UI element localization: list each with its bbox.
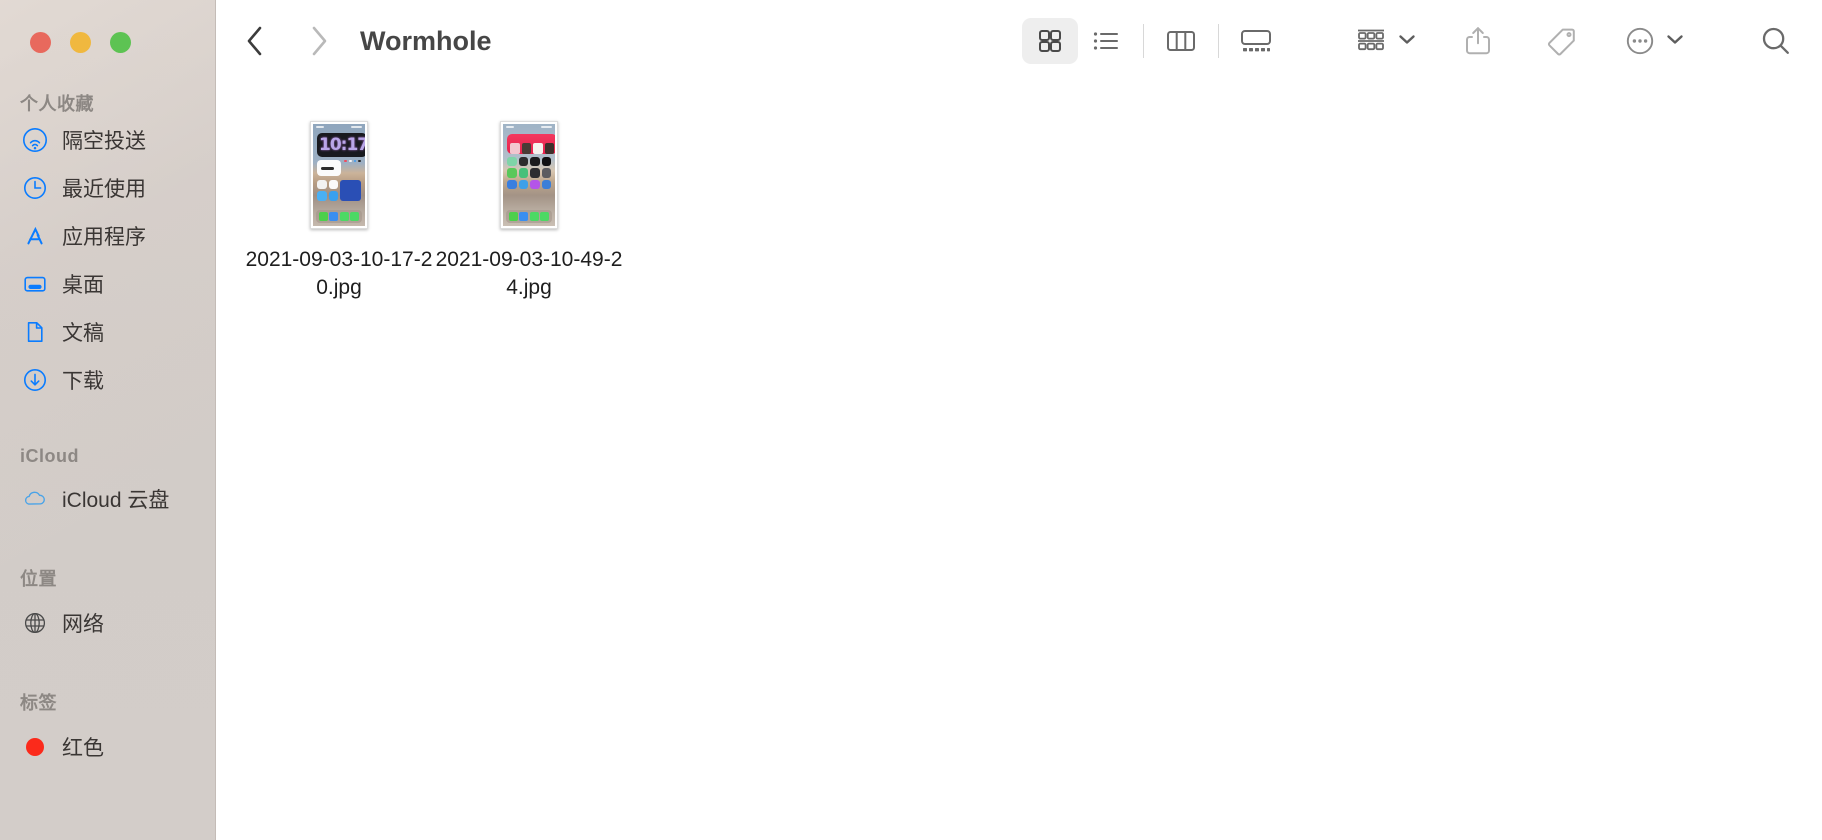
file-item[interactable]: 2021-09-03-10-49-24.jpg bbox=[434, 112, 624, 302]
sidebar-item-label: 桌面 bbox=[62, 274, 104, 297]
toolbar: Wormhole bbox=[216, 0, 1822, 82]
globe-icon bbox=[22, 610, 48, 636]
list-view-button[interactable] bbox=[1078, 18, 1134, 64]
tags-button[interactable] bbox=[1540, 18, 1584, 64]
sidebar-item-network[interactable]: 网络 bbox=[0, 599, 215, 647]
sidebar-item-airdrop[interactable]: 隔空投送 bbox=[0, 116, 215, 164]
photos-widget bbox=[507, 133, 555, 154]
minimize-button[interactable] bbox=[70, 32, 91, 53]
sidebar-item-downloads[interactable]: 下载 bbox=[0, 356, 215, 404]
search-button[interactable] bbox=[1754, 18, 1798, 64]
toolbar-divider-2 bbox=[1218, 24, 1219, 58]
clock-icon bbox=[22, 175, 48, 201]
close-button[interactable] bbox=[30, 32, 51, 53]
finder-window: 个人收藏 隔空投送 最近使用 应用程序 桌面 文稿 下载 iCloud iClo… bbox=[0, 0, 1822, 840]
sidebar-item-icloud-drive[interactable]: iCloud 云盘 bbox=[0, 475, 215, 523]
share-button[interactable] bbox=[1456, 18, 1500, 64]
view-mode-segment bbox=[1022, 18, 1284, 64]
sidebar-item-label: iCloud 云盘 bbox=[62, 489, 170, 512]
sidebar-item-label: 隔空投送 bbox=[62, 130, 146, 153]
sidebar-group-favorites: 个人收藏 隔空投送 最近使用 应用程序 桌面 文稿 下载 bbox=[0, 90, 215, 404]
clock-widget: 10:17 bbox=[317, 132, 365, 157]
file-grid: 10:17 2021-09-03-10-17-20.jpg 2021-09-03… bbox=[216, 82, 1822, 840]
sidebar-item-desktop[interactable]: 桌面 bbox=[0, 260, 215, 308]
sidebar-item-label: 网络 bbox=[62, 613, 104, 636]
cloud-icon bbox=[22, 486, 48, 512]
sidebar-item-recents[interactable]: 最近使用 bbox=[0, 164, 215, 212]
documents-icon bbox=[22, 319, 48, 345]
column-view-button[interactable] bbox=[1153, 18, 1209, 64]
page-title: Wormhole bbox=[360, 25, 492, 56]
iphone-screenshot-thumbnail: 10:17 bbox=[310, 120, 368, 229]
chevron-down-icon bbox=[1398, 32, 1416, 50]
file-name-label: 2021-09-03-10-49-24.jpg bbox=[435, 248, 623, 299]
sidebar-item-applications[interactable]: 应用程序 bbox=[0, 212, 215, 260]
sidebar-item-label: 文稿 bbox=[62, 322, 104, 345]
airdrop-icon bbox=[22, 127, 48, 153]
forward-button[interactable] bbox=[306, 24, 332, 58]
icon-view-button[interactable] bbox=[1022, 18, 1078, 64]
sidebar-item-label: 应用程序 bbox=[62, 226, 146, 249]
toolbar-right bbox=[1022, 18, 1798, 64]
toolbar-divider-1 bbox=[1143, 24, 1144, 58]
maximize-button[interactable] bbox=[110, 32, 131, 53]
sidebar-item-label: 最近使用 bbox=[62, 178, 146, 201]
iphone-screenshot-thumbnail bbox=[500, 120, 558, 229]
file-name-label: 2021-09-03-10-17-20.jpg bbox=[245, 248, 433, 299]
iphone-dock bbox=[316, 209, 362, 223]
sidebar-group-locations: 位置 网络 bbox=[0, 565, 215, 647]
white-widget bbox=[317, 159, 341, 176]
file-item[interactable]: 10:17 2021-09-03-10-17-20.jpg bbox=[244, 112, 434, 302]
more-button[interactable] bbox=[1624, 18, 1684, 64]
sidebar-item-label: 红色 bbox=[62, 737, 104, 760]
navigation-buttons bbox=[242, 24, 332, 58]
back-button[interactable] bbox=[242, 24, 268, 58]
sidebar-group-icloud: iCloud iCloud 云盘 bbox=[0, 446, 215, 523]
iphone-dock bbox=[506, 209, 552, 223]
downloads-icon bbox=[22, 367, 48, 393]
sidebar-section-icloud-title: iCloud bbox=[20, 446, 79, 466]
desktop-icon bbox=[22, 271, 48, 297]
chevron-down-icon bbox=[1666, 32, 1684, 50]
sidebar-item-tag-red[interactable]: 红色 bbox=[0, 723, 215, 771]
main-area: Wormhole 10:17 2021-09-03-10-17-20.jpg 2… bbox=[216, 0, 1822, 840]
sidebar-group-tags: 标签 红色 bbox=[0, 689, 215, 771]
sidebar-section-tags-title: 标签 bbox=[20, 693, 57, 713]
sidebar-item-label: 下载 bbox=[62, 370, 104, 393]
sidebar-section-favorites-title: 个人收藏 bbox=[20, 94, 94, 114]
gallery-view-button[interactable] bbox=[1228, 18, 1284, 64]
traffic-lights bbox=[0, 0, 215, 62]
file-thumbnail[interactable]: 10:17 bbox=[244, 112, 434, 237]
group-by-button[interactable] bbox=[1354, 18, 1416, 64]
file-thumbnail[interactable] bbox=[434, 112, 624, 237]
sidebar: 个人收藏 隔空投送 最近使用 应用程序 桌面 文稿 下载 iCloud iClo… bbox=[0, 0, 216, 840]
sidebar-section-locations-title: 位置 bbox=[20, 569, 57, 589]
tag-dot-icon bbox=[22, 734, 48, 760]
applications-icon bbox=[22, 223, 48, 249]
sidebar-item-documents[interactable]: 文稿 bbox=[0, 308, 215, 356]
